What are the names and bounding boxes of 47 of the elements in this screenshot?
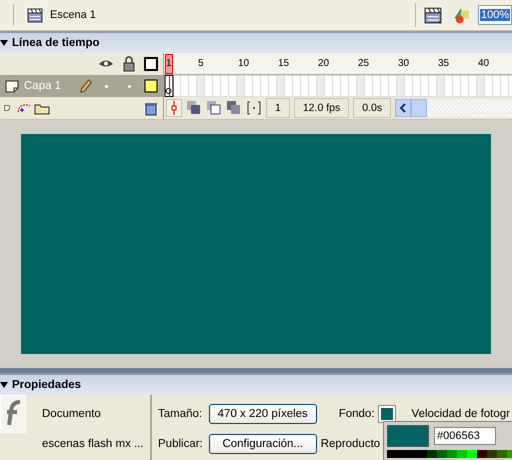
zoom-field[interactable]: 100% — [478, 5, 512, 25]
clapperboard-icon[interactable] — [26, 7, 44, 23]
frame-number: 25 — [358, 58, 370, 69]
onion-skin-icon[interactable] — [186, 100, 202, 116]
outline-square-icon[interactable] — [143, 56, 159, 72]
size-label: Tamaño: — [158, 408, 204, 420]
frame-marker-icon[interactable] — [171, 101, 177, 115]
frame-number: 20 — [318, 58, 330, 69]
chevron-left-icon[interactable] — [399, 103, 408, 113]
panel-title: Línea de tiempo — [12, 37, 100, 49]
frame-number: 5 — [198, 58, 204, 69]
frame-number: 35 — [438, 58, 450, 69]
frame-number: 40 — [478, 58, 490, 69]
settings-button[interactable]: Configuración... — [208, 434, 317, 454]
frame-rate: 12.0 fps — [294, 98, 350, 118]
lock-icon[interactable] — [121, 56, 137, 72]
bracket-icon[interactable] — [246, 100, 262, 116]
document-label: Documento — [42, 408, 102, 420]
hex-field[interactable]: #006563 — [434, 427, 496, 445]
player-label: Reproducto — [320, 438, 382, 450]
frame-number: 30 — [398, 58, 410, 69]
background-label: Fondo: — [338, 408, 375, 420]
scene-name: Escena 1 — [50, 9, 96, 21]
edit-frames-icon[interactable] — [226, 100, 242, 116]
frame-rate-label: Velocidad de fotogr — [412, 408, 511, 420]
scroll-thumb[interactable] — [411, 99, 428, 117]
frame-number: 10 — [238, 58, 250, 69]
layer-outline-square-icon[interactable] — [143, 78, 159, 94]
frame-ruler[interactable]: 1 5 10 15 20 25 30 35 40 — [164, 53, 512, 75]
playhead[interactable] — [165, 54, 173, 74]
document-name: escenas flash mx ... — [42, 438, 145, 450]
pencil-icon[interactable] — [79, 78, 93, 94]
frame-number: 15 — [278, 58, 290, 69]
frame-number: 1 — [166, 58, 172, 69]
color-preview — [387, 425, 429, 447]
flash-logo-icon — [0, 395, 26, 433]
clapperboard-icon[interactable] — [422, 6, 444, 24]
layer-icon[interactable] — [4, 78, 20, 94]
shapes-icon[interactable] — [452, 6, 472, 24]
trash-icon[interactable] — [143, 100, 159, 116]
current-frame: 1 — [266, 98, 290, 118]
publish-label: Publicar: — [158, 438, 204, 450]
onion-outline-icon[interactable] — [206, 100, 222, 116]
color-swatch-button[interactable] — [378, 405, 396, 423]
size-button[interactable]: 470 x 220 píxeles — [208, 404, 317, 424]
elapsed-time: 0.0s — [353, 98, 392, 118]
panel-title: Propiedades — [12, 379, 82, 391]
